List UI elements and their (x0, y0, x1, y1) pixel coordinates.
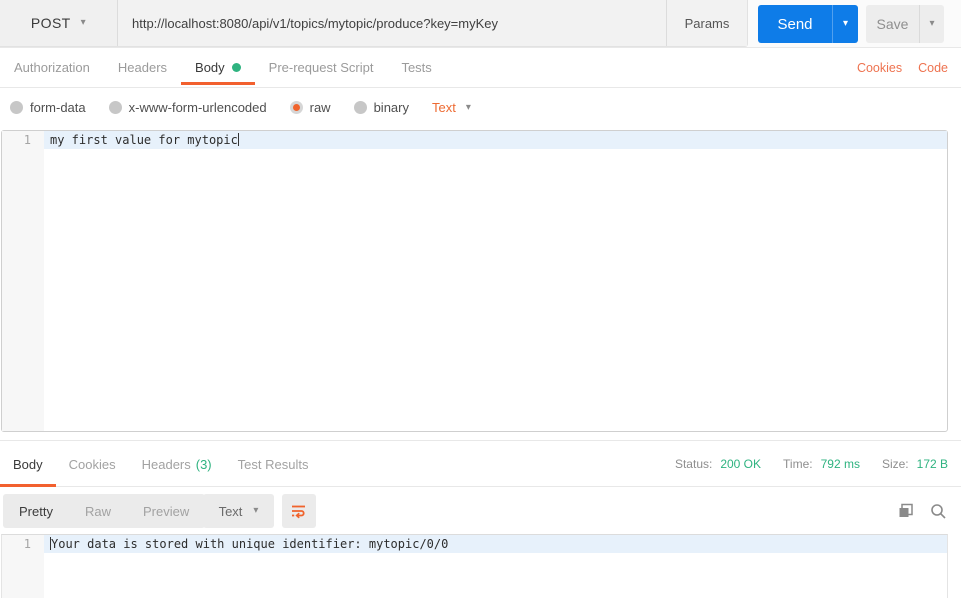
request-body-editor[interactable]: 1 my first value for mytopic (1, 130, 948, 432)
chevron-down-icon: ▾ (842, 18, 849, 29)
view-raw-button[interactable]: Raw (69, 494, 127, 528)
response-body-line[interactable]: Your data is stored with unique identifi… (44, 535, 947, 553)
line-number-gutter: 1 (2, 131, 44, 431)
radio-label: form-data (30, 100, 86, 115)
save-options-dropdown[interactable]: ▾ (919, 5, 944, 43)
search-response-button[interactable] (928, 501, 948, 521)
postman-window: POST ▾ Params Send ▾ Save ▾ Authorizatio… (0, 0, 961, 598)
copy-icon (899, 503, 913, 517)
url-group: POST ▾ Params (0, 0, 748, 47)
response-format-dropdown[interactable]: Text ▾ (203, 494, 274, 528)
radio-label: binary (373, 100, 409, 115)
response-status-bar: Status: 200 OK Time: 792 ms Size: 172 B (675, 441, 948, 487)
radio-label: raw (309, 100, 331, 115)
wrap-text-button[interactable] (282, 494, 316, 528)
send-button-label[interactable]: Send (758, 5, 832, 43)
url-input[interactable] (118, 0, 666, 46)
tab-body[interactable]: Body (181, 48, 255, 87)
radio-label: x-www-form-urlencoded (128, 100, 267, 115)
response-tabs: Body Cookies Headers (3) Test Results (0, 441, 321, 487)
tab-label: Headers (117, 60, 168, 75)
http-method-label: POST (30, 15, 71, 31)
tab-pre-request-script[interactable]: Pre-request Script (255, 48, 388, 87)
tab-label: Pre-request Script (268, 60, 374, 75)
size-label: Size: (881, 457, 909, 471)
tab-label: Authorization (14, 60, 90, 75)
response-body-text: Your data is stored with unique identifi… (51, 537, 449, 551)
radio-binary[interactable]: binary (353, 100, 409, 115)
view-preview-button[interactable]: Preview (127, 494, 205, 528)
raw-format-dropdown[interactable]: Text ▾ (432, 100, 471, 115)
response-meta-bar: Body Cookies Headers (3) Test Results St… (0, 441, 961, 487)
http-method-dropdown[interactable]: POST ▾ (0, 0, 118, 46)
body-has-content-dot-icon (231, 63, 241, 72)
line-number-gutter: 1 (2, 535, 44, 598)
time-value: 792 ms (820, 457, 860, 471)
view-pretty-button[interactable]: Pretty (3, 494, 69, 528)
radio-icon (10, 101, 23, 114)
tab-authorization[interactable]: Authorization (0, 48, 104, 87)
response-tab-body[interactable]: Body (0, 441, 56, 487)
wrap-text-icon (292, 505, 305, 519)
response-tab-cookies[interactable]: Cookies (56, 441, 129, 487)
tab-links: Cookies Code (857, 48, 948, 88)
chevron-down-icon: ▾ (465, 101, 471, 113)
send-button[interactable]: Send ▾ (758, 5, 858, 43)
request-tabs: Authorization Headers Body Pre-request S… (0, 48, 961, 88)
response-view-switcher: Pretty Raw Preview (3, 494, 206, 528)
body-type-selector: form-data x-www-form-urlencoded raw bina… (0, 89, 961, 126)
chevron-down-icon: ▾ (80, 17, 87, 28)
response-body-editor[interactable]: 1 Your data is stored with unique identi… (1, 534, 948, 598)
save-button[interactable]: Save ▾ (866, 5, 944, 43)
chevron-down-icon: ▾ (253, 505, 259, 516)
params-button[interactable]: Params (666, 0, 747, 46)
response-toolbar: Pretty Raw Preview Text ▾ (3, 494, 958, 528)
request-body-text: my first value for mytopic (50, 133, 238, 147)
copy-response-button[interactable] (896, 501, 916, 521)
status-label: Status: (674, 457, 713, 471)
search-icon (931, 504, 946, 519)
tab-label: Body (195, 60, 225, 75)
size-value: 172 B (916, 457, 948, 471)
tab-label: Body (13, 456, 43, 472)
tab-tests[interactable]: Tests (387, 48, 445, 87)
radio-raw[interactable]: raw (289, 100, 331, 115)
line-number: 1 (23, 133, 31, 147)
save-button-label[interactable]: Save (866, 5, 919, 43)
request-url-bar: POST ▾ Params Send ▾ Save ▾ (0, 0, 961, 48)
tab-headers[interactable]: Headers (104, 48, 181, 87)
raw-format-label: Text (432, 100, 456, 115)
radio-icon (108, 101, 122, 114)
tab-label: Test Results (237, 456, 309, 472)
tab-label: Tests (401, 60, 432, 75)
tab-label: Headers (141, 456, 191, 472)
tab-label: Cookies (68, 456, 116, 472)
line-number: 1 (23, 537, 31, 551)
radio-x-www-form-urlencoded[interactable]: x-www-form-urlencoded (108, 100, 267, 115)
headers-count-badge: (3) (195, 456, 212, 472)
text-cursor (237, 133, 239, 146)
chevron-down-icon: ▾ (929, 18, 935, 29)
response-action-icons (896, 494, 948, 528)
radio-form-data[interactable]: form-data (10, 100, 86, 115)
response-tab-headers[interactable]: Headers (3) (129, 441, 225, 487)
response-format-label: Text (218, 503, 243, 519)
code-link[interactable]: Code (918, 61, 948, 75)
cookies-link[interactable]: Cookies (857, 61, 902, 75)
status-value: 200 OK (720, 457, 762, 471)
radio-selected-icon (289, 101, 303, 114)
response-tab-test-results[interactable]: Test Results (225, 441, 322, 487)
radio-icon (353, 101, 367, 114)
time-label: Time: (783, 457, 813, 471)
request-body-line[interactable]: my first value for mytopic (44, 131, 947, 149)
send-options-dropdown[interactable]: ▾ (832, 5, 858, 43)
